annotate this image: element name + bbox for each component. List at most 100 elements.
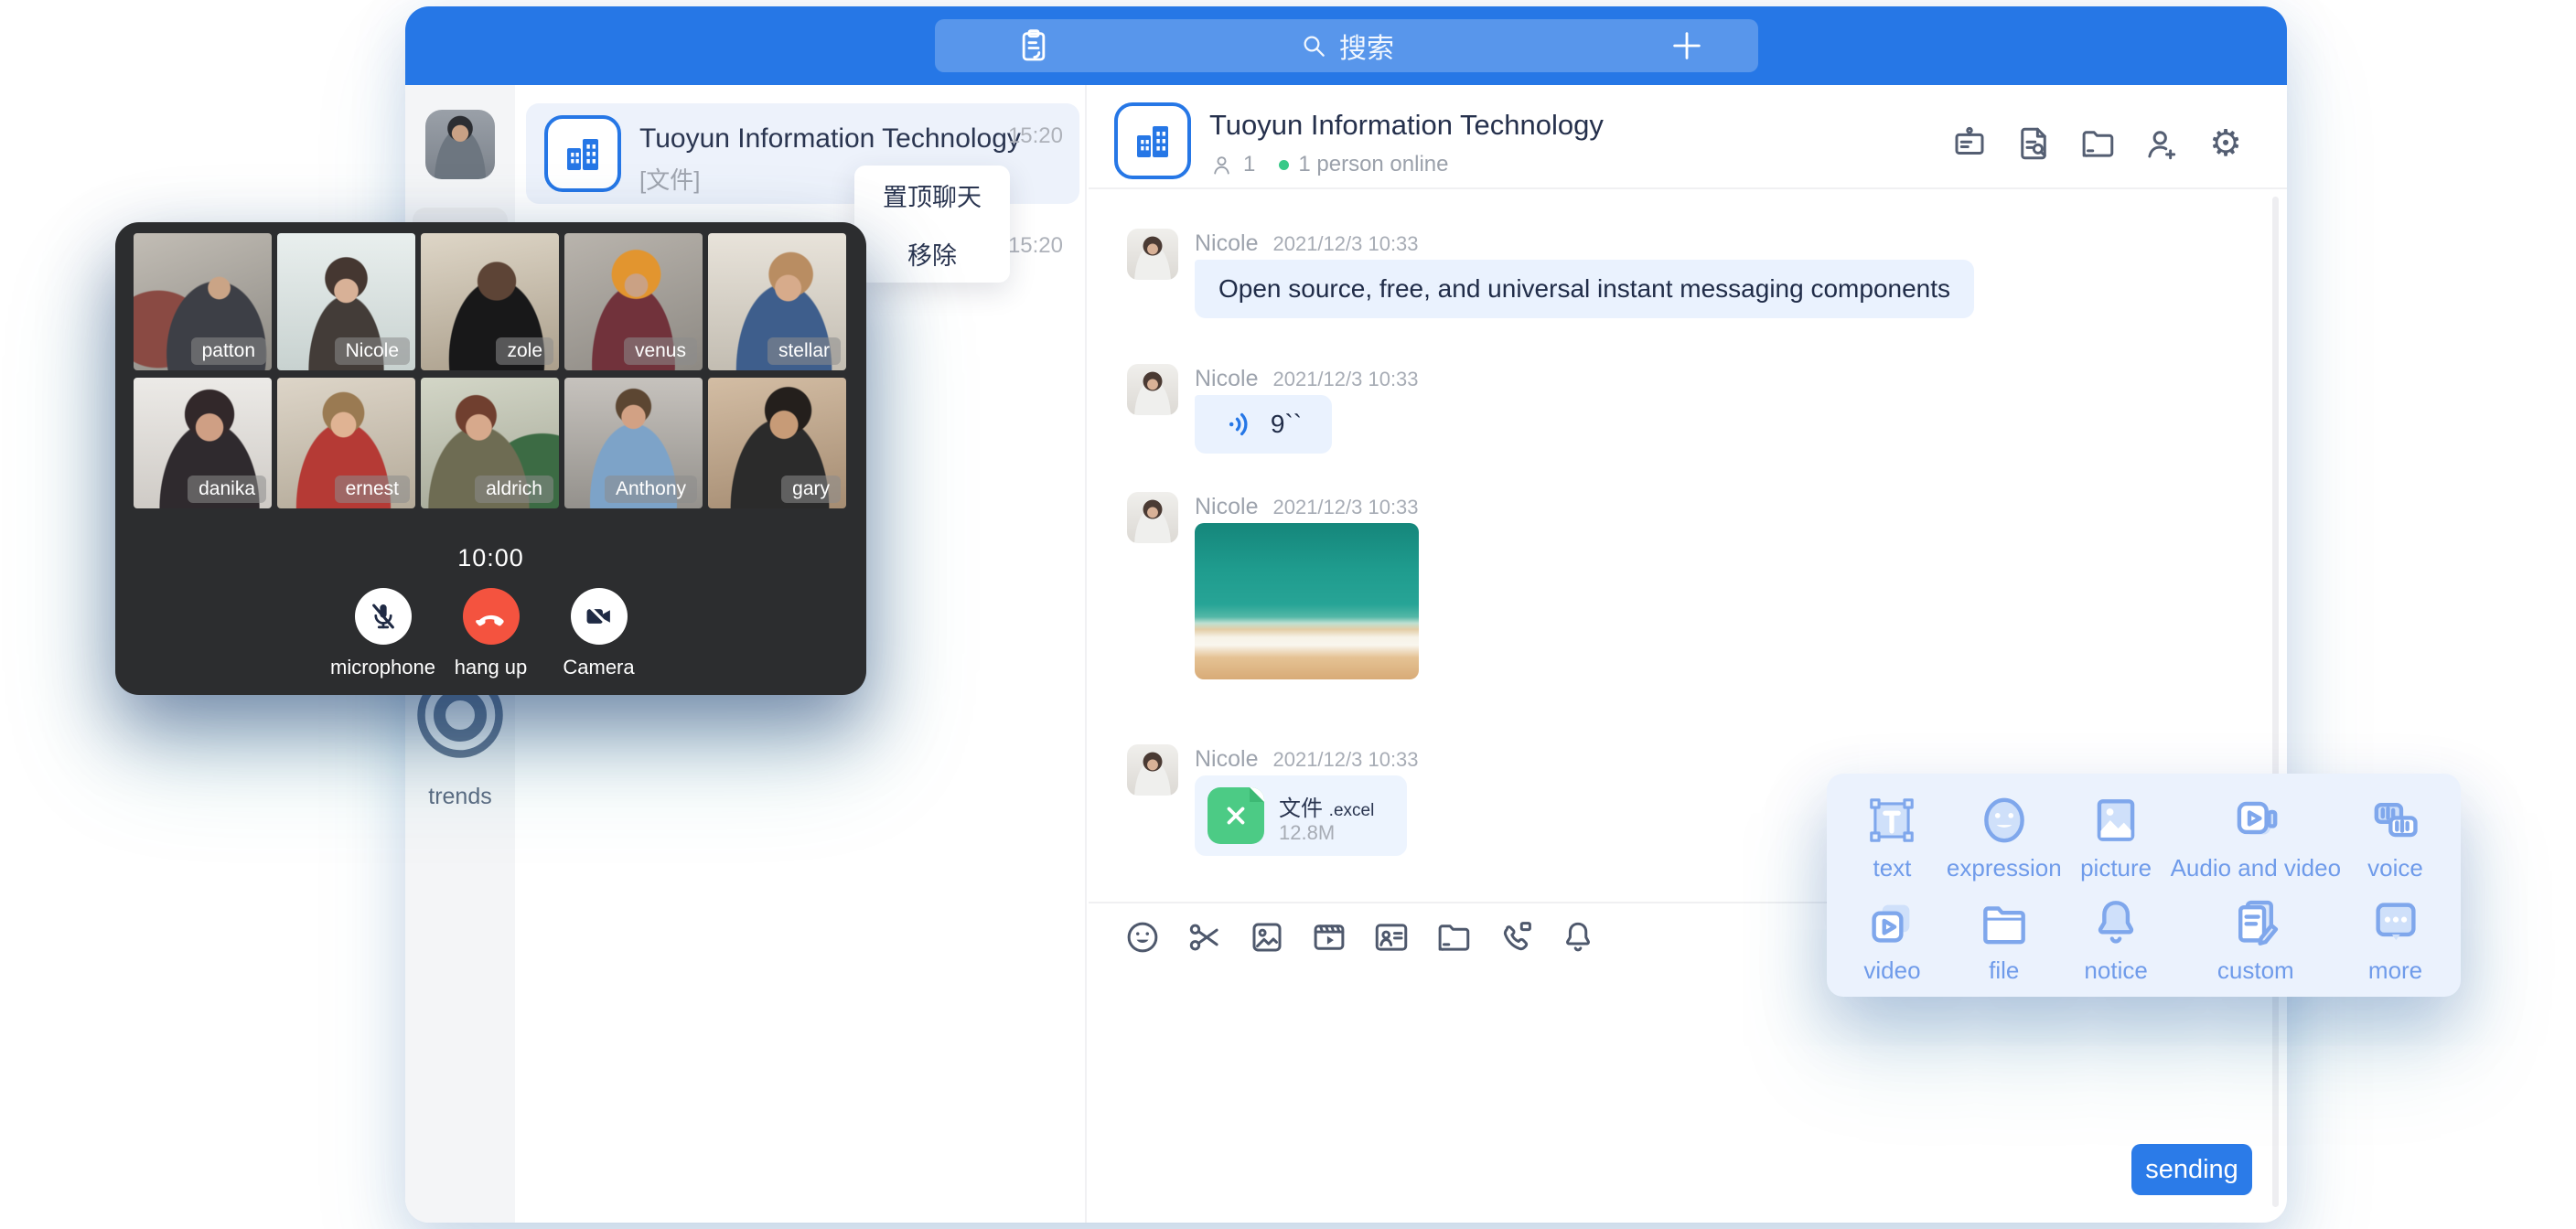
beach-photo[interactable] [1195,523,1419,679]
attach-panel: text expression picture Audio and video voic… [1827,774,2461,997]
video-tile-zole[interactable]: zole [421,233,559,370]
sender-avatar[interactable] [1127,364,1178,415]
send-button[interactable]: sending [2131,1144,2252,1195]
attach-item-label: Audio and video [2171,854,2341,882]
attach-video-icon [1863,894,1920,951]
video-film-icon[interactable] [1310,918,1348,956]
attach-item-label: video [1863,956,1920,985]
text-message-bubble: Open source, free, and universal instant… [1195,260,1974,318]
building-icon [1131,119,1175,163]
attach-more-icon [2367,894,2424,951]
search-bar[interactable]: 搜索 [935,19,1758,72]
attach-item-label: picture [2080,854,2152,882]
chat-header-title: Tuoyun Information Technology [1209,109,1604,142]
call-control-hangup[interactable]: hang up [437,588,545,679]
context-menu-item-remove[interactable]: 移除 [854,224,1010,283]
participant-name: patton [191,337,266,365]
online-dot [1279,160,1289,170]
sender-avatar[interactable] [1127,492,1178,543]
call-controls: microphonehang upCamera [115,588,866,679]
attach-item-more[interactable]: more [2341,894,2450,997]
search-icon [1299,31,1328,60]
video-tile-patton[interactable]: patton [134,233,272,370]
trends-label: trends [405,784,515,810]
video-call-overlay: patton Nicole zole venus stellar danika ernest… [115,222,866,695]
chat-header-status: 1 1 person online [1209,152,1448,177]
sender-avatar[interactable] [1127,229,1178,280]
participant-name: gary [781,476,841,503]
folder-icon[interactable] [1434,918,1473,956]
message-time: 2021/12/3 10:33 [1272,368,1418,391]
attach-item-label: custom [2217,956,2294,985]
message-header: Nicole2021/12/3 10:33 [1195,366,1419,392]
file-name: 文件 .excel [1279,790,1374,822]
header-divider [1089,187,2287,189]
video-tile-ernest[interactable]: ernest [277,378,415,508]
chat-header-group-icon [1114,102,1191,179]
scrollbar[interactable] [2272,197,2279,1207]
user-avatar[interactable] [425,110,495,179]
attach-item-notice[interactable]: notice [2062,894,2171,997]
member-count: 1 [1243,152,1255,177]
settings-icon: ⚙ [2206,124,2245,163]
bell-icon[interactable] [1559,918,1597,956]
call-control-microphone[interactable]: microphone [329,588,437,679]
camera-off-icon[interactable] [571,588,628,645]
add-member-icon[interactable] [2142,124,2181,163]
sender-avatar[interactable] [1127,744,1178,796]
attach-item-label: text [1873,854,1912,882]
attach-item-audio-and-video[interactable]: Audio and video [2171,792,2341,894]
call-control-label: Camera [545,656,653,679]
members-icon [1209,153,1234,177]
video-tile-venus[interactable]: venus [564,233,703,370]
scissors-icon[interactable] [1186,918,1224,956]
attach-audio-video-icon [2227,792,2284,849]
message-header: Nicole2021/12/3 10:33 [1195,230,1419,257]
settings-icon[interactable]: ⚙ [2206,124,2245,163]
add-icon[interactable] [1669,27,1705,64]
file-card[interactable]: 文件 .excel12.8M [1195,775,1407,856]
attach-item-expression[interactable]: expression [1947,792,2062,894]
mic-off-icon[interactable] [355,588,412,645]
participant-name: venus [624,337,697,365]
attach-item-label: more [2368,956,2422,985]
attach-item-text[interactable]: text [1838,792,1947,894]
building-icon [561,132,605,176]
attach-item-voice[interactable]: voice [2341,792,2450,894]
message-text[interactable]: Open source, free, and universal instant… [1195,260,1974,318]
document-search-icon[interactable] [2014,124,2053,163]
attach-item-picture[interactable]: picture [2062,792,2171,894]
context-menu: 置顶聊天移除 [854,166,1010,283]
contact-card-icon[interactable] [1372,918,1411,956]
notice-board-icon[interactable] [1950,124,1989,163]
call-control-label: microphone [329,656,437,679]
attach-item-custom[interactable]: custom [2171,894,2341,997]
video-call-icon[interactable] [1497,918,1535,956]
emoji-icon[interactable] [1123,918,1162,956]
picture-icon[interactable] [1248,918,1286,956]
video-tile-danika[interactable]: danika [134,378,272,508]
participant-name: Nicole [335,337,410,365]
folder-icon[interactable] [2078,124,2117,163]
video-tile-Anthony[interactable]: Anthony [564,378,703,508]
chat-item-title: Tuoyun Information Technology [639,123,1021,155]
attach-item-label: voice [2367,854,2423,882]
video-tile-Nicole[interactable]: Nicole [277,233,415,370]
message-time: 2021/12/3 10:33 [1272,496,1418,519]
call-control-camera[interactable]: Camera [545,588,653,679]
participant-name: ernest [335,476,410,503]
context-menu-item-pin[interactable]: 置顶聊天 [854,166,1010,224]
participant-name: aldrich [475,476,553,503]
attach-item-file[interactable]: file [1947,894,2062,997]
video-tile-aldrich[interactable]: aldrich [421,378,559,508]
online-status: 1 person online [1298,152,1448,177]
sender-name: Nicole [1195,494,1258,520]
attach-item-video[interactable]: video [1838,894,1947,997]
call-control-label: hang up [437,656,545,679]
participant-name: Anthony [605,476,697,503]
voice-message[interactable]: 9`` [1195,395,1332,454]
file-size: 12.8M [1279,821,1335,845]
hangup-icon[interactable] [463,588,520,645]
video-tile-gary[interactable]: gary [708,378,846,508]
video-tile-stellar[interactable]: stellar [708,233,846,370]
